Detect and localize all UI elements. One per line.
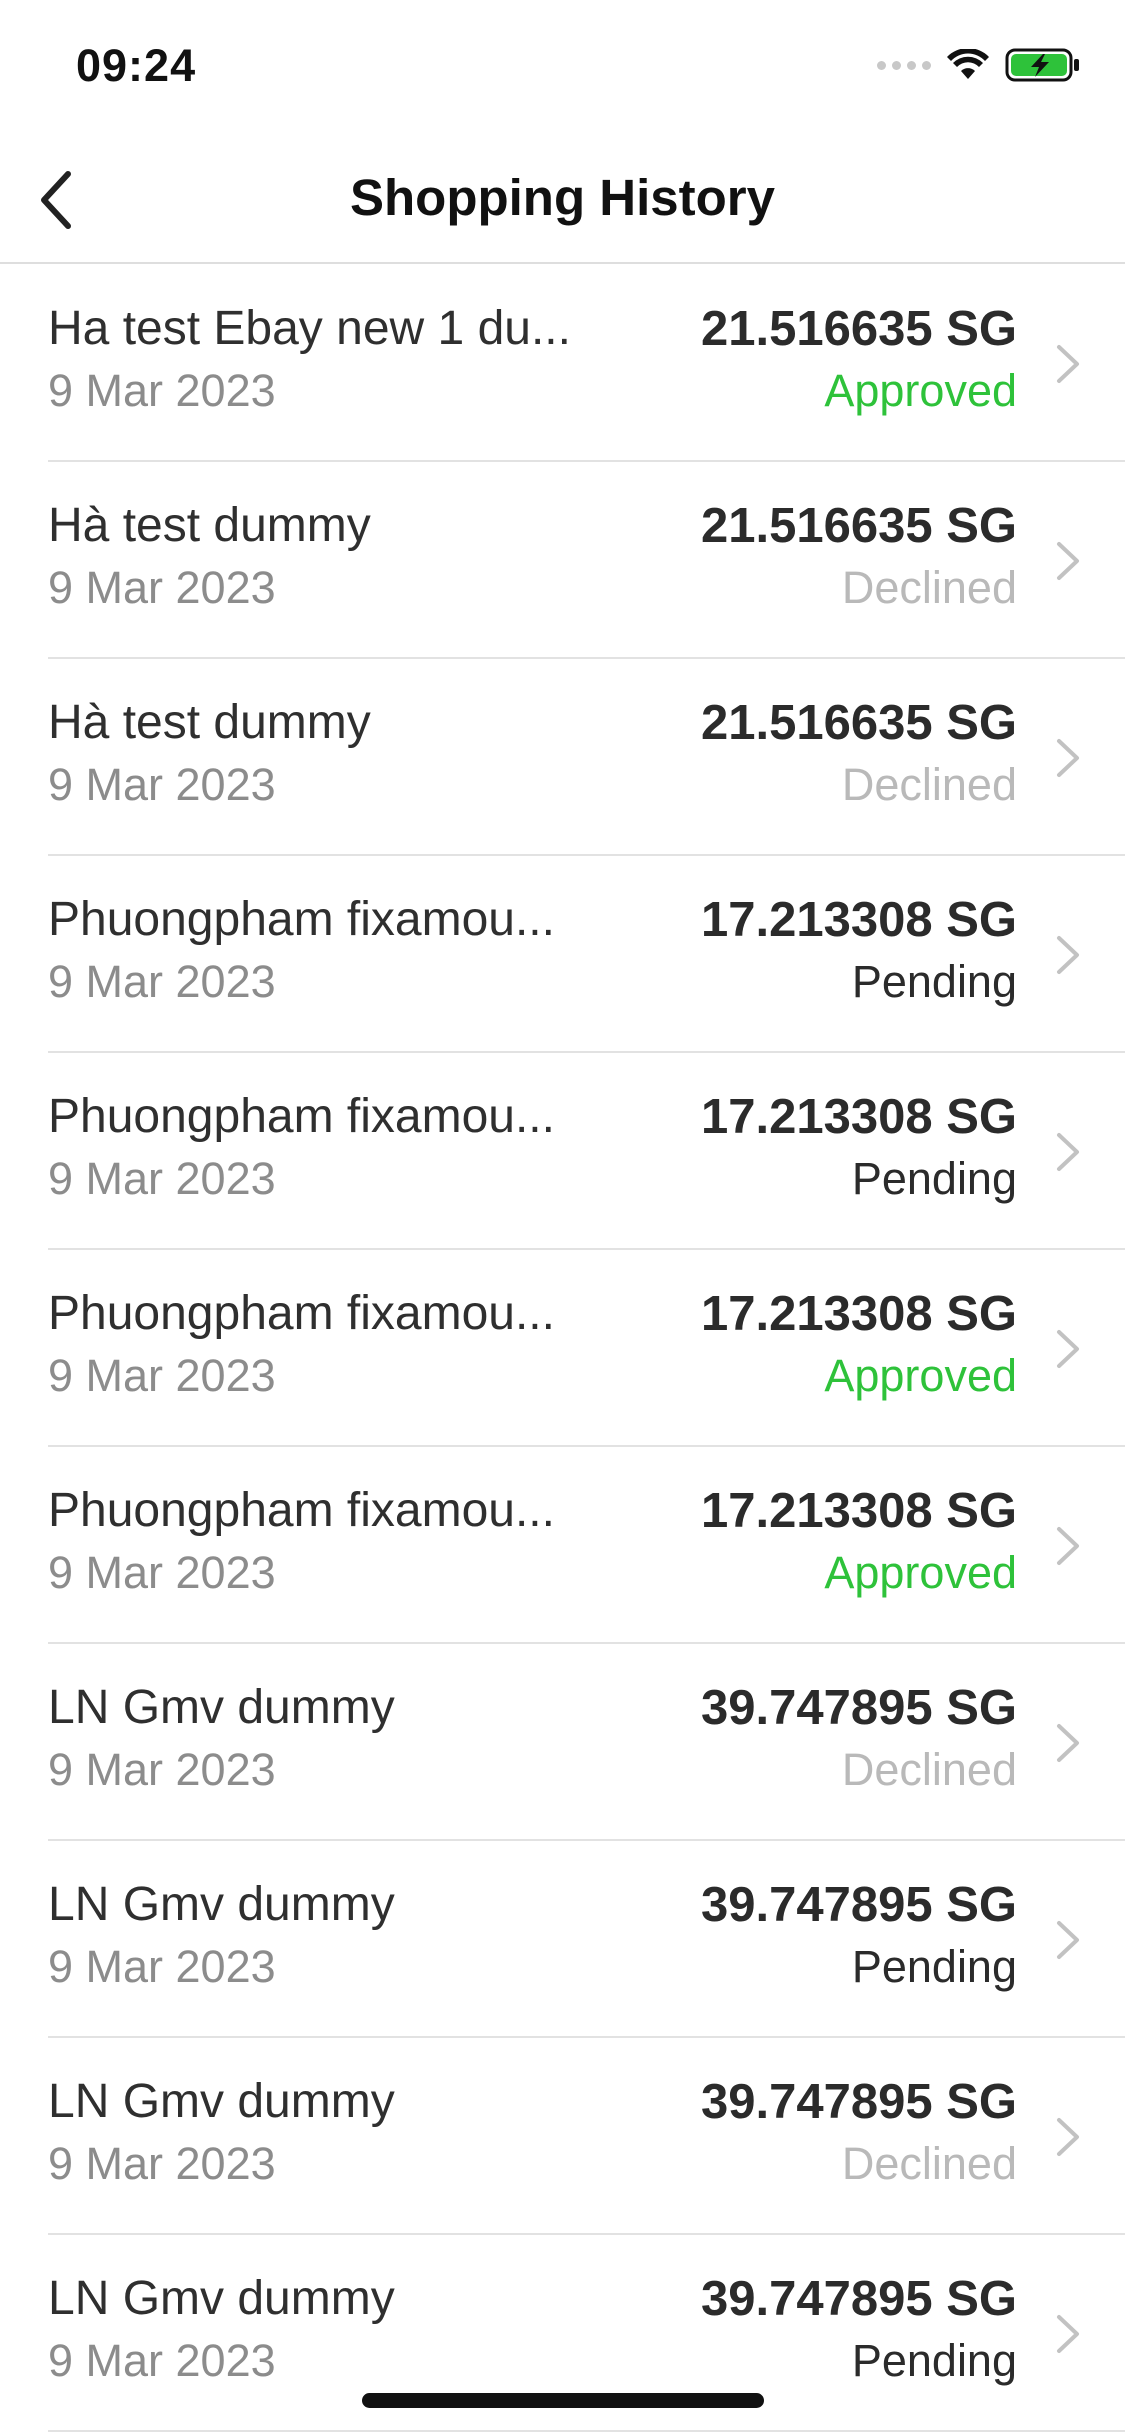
transaction-date: 9 Mar 2023 xyxy=(48,2335,276,2386)
transaction-row[interactable]: Phuongpham fixamou... 9 Mar 2023 17.2133… xyxy=(48,1250,1125,1447)
transaction-amount: 39.747895 SG xyxy=(700,2075,1017,2129)
transaction-status: Approved xyxy=(824,1350,1017,1401)
transaction-row[interactable]: Hà test dummy 9 Mar 2023 21.516635 SG De… xyxy=(48,659,1125,856)
transaction-row[interactable]: LN Gmv dummy 9 Mar 2023 39.747895 SG Pen… xyxy=(48,1841,1125,2038)
transaction-name: LN Gmv dummy xyxy=(48,2075,395,2128)
chevron-right-icon xyxy=(1057,739,1079,777)
page-title: Shopping History xyxy=(350,169,775,226)
cellular-signal-icon xyxy=(877,60,931,70)
transaction-status: Declined xyxy=(841,1744,1017,1795)
transaction-date: 9 Mar 2023 xyxy=(48,1941,276,1992)
transaction-amount: 17.213308 SG xyxy=(700,893,1017,947)
home-indicator[interactable] xyxy=(362,2393,764,2408)
transaction-amount: 17.213308 SG xyxy=(700,1484,1017,1538)
chevron-right-icon xyxy=(1057,1527,1079,1565)
chevron-right-icon xyxy=(1057,1133,1079,1171)
transaction-amount: 39.747895 SG xyxy=(700,2272,1017,2326)
chevron-right-icon xyxy=(1057,2118,1079,2156)
transaction-date: 9 Mar 2023 xyxy=(48,2138,276,2189)
transaction-date: 9 Mar 2023 xyxy=(48,1153,276,1204)
transaction-name: Ha test Ebay new 1 du... xyxy=(48,302,571,355)
transaction-date: 9 Mar 2023 xyxy=(48,1547,276,1598)
transaction-row[interactable]: Hà test dummy 9 Mar 2023 21.516635 SG De… xyxy=(48,462,1125,659)
chevron-right-icon xyxy=(1057,936,1079,974)
transaction-date: 9 Mar 2023 xyxy=(48,365,276,416)
transaction-name: LN Gmv dummy xyxy=(48,1878,395,1931)
transaction-status: Pending xyxy=(851,956,1017,1007)
transaction-row[interactable]: LN Gmv dummy 9 Mar 2023 39.747895 SG Dec… xyxy=(48,2038,1125,2235)
transaction-name: Hà test dummy xyxy=(48,499,371,552)
status-bar: 09:24 xyxy=(0,0,1125,132)
chevron-right-icon xyxy=(1057,542,1079,580)
chevron-right-icon xyxy=(1057,2315,1079,2353)
chevron-right-icon xyxy=(1057,345,1079,383)
transaction-amount: 21.516635 SG xyxy=(700,696,1017,750)
transaction-status: Declined xyxy=(841,759,1017,810)
status-time: 09:24 xyxy=(76,40,197,91)
transaction-status: Pending xyxy=(851,2335,1017,2386)
navigation-bar: Shopping History xyxy=(0,132,1125,264)
transaction-amount: 39.747895 SG xyxy=(700,1878,1017,1932)
transaction-name: Hà test dummy xyxy=(48,696,371,749)
chevron-right-icon xyxy=(1057,1724,1079,1762)
transaction-date: 9 Mar 2023 xyxy=(48,1744,276,1795)
transaction-row[interactable]: Phuongpham fixamou... 9 Mar 2023 17.2133… xyxy=(48,856,1125,1053)
transaction-amount: 39.747895 SG xyxy=(700,1681,1017,1735)
transaction-status: Declined xyxy=(841,562,1017,613)
transaction-name: LN Gmv dummy xyxy=(48,1681,395,1734)
transaction-status: Approved xyxy=(824,1547,1017,1598)
transaction-row[interactable]: LN Gmv dummy 9 Mar 2023 39.747895 SG Dec… xyxy=(48,1644,1125,1841)
transaction-status: Pending xyxy=(851,1153,1017,1204)
transaction-status: Declined xyxy=(841,2138,1017,2189)
chevron-right-icon xyxy=(1057,1330,1079,1368)
transaction-amount: 21.516635 SG xyxy=(700,302,1017,356)
transaction-row[interactable]: Phuongpham fixamou... 9 Mar 2023 17.2133… xyxy=(48,1053,1125,1250)
transaction-date: 9 Mar 2023 xyxy=(48,1350,276,1401)
transaction-date: 9 Mar 2023 xyxy=(48,759,276,810)
transaction-list: Ha test Ebay new 1 du... 9 Mar 2023 21.5… xyxy=(0,265,1125,2432)
transaction-amount: 21.516635 SG xyxy=(700,499,1017,553)
transaction-date: 9 Mar 2023 xyxy=(48,956,276,1007)
transaction-name: LN Gmv dummy xyxy=(48,2272,395,2325)
transaction-status: Pending xyxy=(851,1941,1017,1992)
transaction-amount: 17.213308 SG xyxy=(700,1287,1017,1341)
transaction-status: Approved xyxy=(824,365,1017,416)
wifi-icon xyxy=(947,49,989,79)
battery-charging-icon xyxy=(1005,48,1079,82)
transaction-name: Phuongpham fixamou... xyxy=(48,1090,555,1143)
status-icons xyxy=(877,48,1081,82)
transaction-name: Phuongpham fixamou... xyxy=(48,1287,555,1340)
transaction-name: Phuongpham fixamou... xyxy=(48,893,555,946)
transaction-row[interactable]: Phuongpham fixamou... 9 Mar 2023 17.2133… xyxy=(48,1447,1125,1644)
transaction-amount: 17.213308 SG xyxy=(700,1090,1017,1144)
transaction-name: Phuongpham fixamou... xyxy=(48,1484,555,1537)
chevron-right-icon xyxy=(1057,1921,1079,1959)
transaction-row[interactable]: Ha test Ebay new 1 du... 9 Mar 2023 21.5… xyxy=(48,265,1125,462)
transaction-date: 9 Mar 2023 xyxy=(48,562,276,613)
